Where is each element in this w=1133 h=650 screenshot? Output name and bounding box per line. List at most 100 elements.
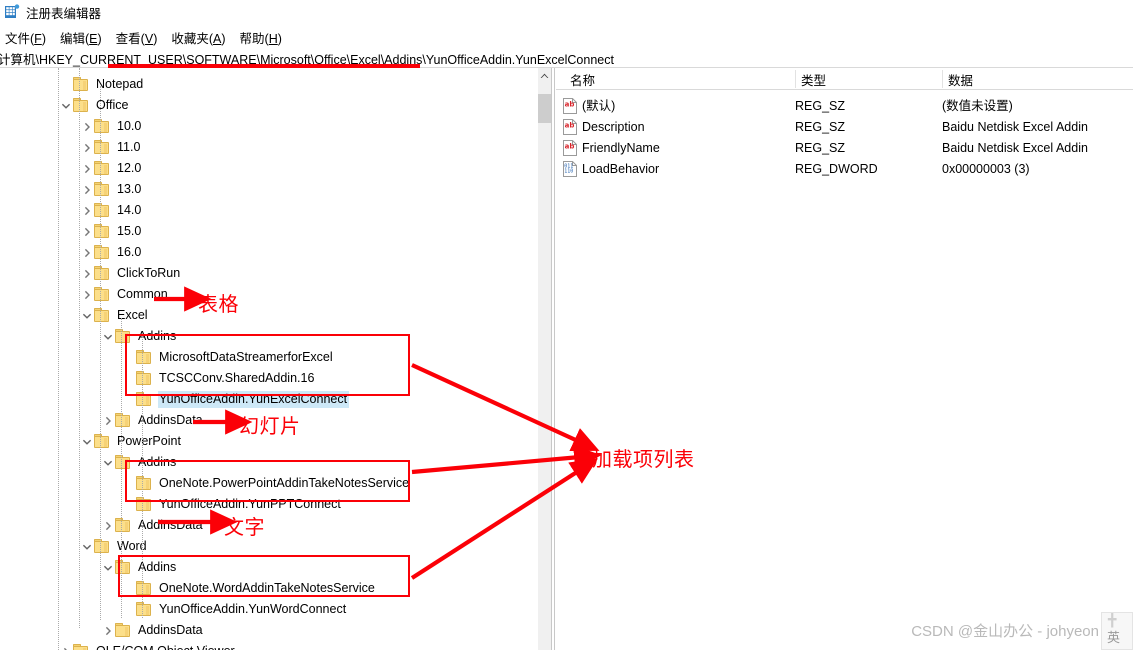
- folder-icon: [115, 560, 132, 575]
- tree-node-label: 16.0: [117, 245, 142, 259]
- tree-node-spacer: [121, 389, 136, 410]
- tree-node[interactable]: Office: [58, 95, 130, 116]
- tree-node[interactable]: Excel: [79, 305, 150, 326]
- chevron-right-icon[interactable]: [100, 515, 115, 536]
- chevron-right-icon[interactable]: [79, 242, 94, 263]
- menu-view[interactable]: 查看(V): [109, 26, 165, 49]
- chevron-down-icon[interactable]: [79, 536, 94, 557]
- folder-icon: [115, 413, 132, 428]
- value-row[interactable]: ab (默认) REG_SZ (数值未设置): [556, 96, 1133, 117]
- chevron-down-icon[interactable]: [100, 452, 115, 473]
- tree-node[interactable]: 11.0: [79, 137, 142, 158]
- value-name: Description: [582, 120, 645, 134]
- chevron-right-icon[interactable]: [58, 641, 73, 650]
- tree-node[interactable]: AddinsData: [100, 620, 205, 641]
- tree-node-spacer: [121, 599, 136, 620]
- tree-node[interactable]: AddinsData: [100, 515, 205, 536]
- chevron-right-icon[interactable]: [79, 137, 94, 158]
- tree-node[interactable]: TCSCConv.SharedAddin.16: [121, 368, 316, 389]
- column-header-type[interactable]: 类型: [795, 68, 942, 90]
- chevron-right-icon[interactable]: [100, 410, 115, 431]
- tree-guide: [142, 336, 143, 618]
- tree-node[interactable]: 10.0: [79, 116, 143, 137]
- chevron-right-icon[interactable]: [79, 116, 94, 137]
- scroll-up-arrow-icon[interactable]: [538, 68, 551, 83]
- tree-node[interactable]: Common: [79, 284, 170, 305]
- tree-node[interactable]: Addins: [100, 557, 178, 578]
- folder-icon: [115, 329, 132, 344]
- folder-icon: [94, 119, 111, 134]
- chevron-down-icon[interactable]: [79, 431, 94, 452]
- tree-guide: [79, 68, 80, 628]
- folder-icon: [136, 392, 153, 407]
- folder-icon: [73, 77, 90, 92]
- tree-node[interactable]: PowerPoint: [79, 431, 183, 452]
- folder-icon: [94, 308, 111, 323]
- column-header-data[interactable]: 数据: [942, 68, 1133, 90]
- tree-node-label: OneNote.PowerPointAddinTakeNotesService: [159, 476, 410, 490]
- folder-icon: [94, 203, 111, 218]
- chevron-right-icon[interactable]: [79, 221, 94, 242]
- chevron-down-icon[interactable]: [79, 305, 94, 326]
- string-value-icon: ab: [563, 140, 577, 156]
- chevron-down-icon[interactable]: [58, 95, 73, 116]
- tree-node[interactable]: MicrosoftDataStreamerforExcel: [121, 347, 335, 368]
- tree-node[interactable]: Addins: [100, 326, 178, 347]
- folder-icon: [73, 644, 90, 650]
- tree-node[interactable]: OneNote.PowerPointAddinTakeNotesService: [121, 473, 411, 494]
- scroll-thumb[interactable]: [538, 94, 551, 123]
- tree-guide: [58, 68, 59, 650]
- tree-node[interactable]: YunOfficeAddin.YunPPTConnect: [121, 494, 343, 515]
- chevron-right-icon[interactable]: [100, 620, 115, 641]
- tree-node[interactable]: 14.0: [79, 200, 143, 221]
- tree-node[interactable]: YunOfficeAddin.YunWordConnect: [121, 599, 348, 620]
- tree-node[interactable]: 12.0: [79, 158, 143, 179]
- tree-node-label: YunOfficeAddin.YunPPTConnect: [159, 497, 341, 511]
- tree-vertical-scrollbar[interactable]: [538, 68, 551, 650]
- folder-icon: [115, 623, 132, 638]
- value-row[interactable]: ab Description REG_SZ Baidu Netdisk Excel A…: [556, 117, 1133, 138]
- pane-splitter[interactable]: [551, 68, 555, 650]
- tree-node[interactable]: YunOfficeAddin.YunExcelConnect: [121, 389, 350, 410]
- value-type: REG_SZ: [795, 99, 846, 113]
- menu-edit[interactable]: 编辑(E): [53, 26, 109, 49]
- value-row[interactable]: ab FriendlyName REG_SZ Baidu Netdisk Excel …: [556, 138, 1133, 159]
- ime-indicator[interactable]: ╋ 英: [1101, 612, 1133, 650]
- tree-node[interactable]: Addins: [100, 452, 178, 473]
- chevron-right-icon[interactable]: [79, 284, 94, 305]
- watermark: CSDN @金山办公 - johyeon: [911, 623, 1099, 640]
- chevron-right-icon[interactable]: [79, 179, 94, 200]
- chevron-down-icon[interactable]: [100, 557, 115, 578]
- value-row[interactable]: 011 110 LoadBehavior REG_DWORD 0x00000003 (3…: [556, 159, 1133, 180]
- column-header-name[interactable]: 名称: [564, 68, 795, 90]
- window-title: 注册表编辑器: [26, 6, 102, 21]
- tree-node-label: OneNote.WordAddinTakeNotesService: [159, 581, 375, 595]
- svg-text:ab: ab: [565, 143, 575, 151]
- menu-file[interactable]: 文件(F): [0, 26, 53, 49]
- tree-node[interactable]: Notepad: [58, 74, 145, 95]
- tree-node[interactable]: ClickToRun: [79, 263, 182, 284]
- menu-help[interactable]: 帮助(H): [233, 26, 289, 49]
- value-type: REG_SZ: [795, 120, 846, 134]
- value-name: LoadBehavior: [582, 162, 660, 176]
- tree-node[interactable]: OneNote.WordAddinTakeNotesService: [121, 578, 377, 599]
- tree-node[interactable]: 13.0: [79, 179, 143, 200]
- content-panes: Notepad Office 10.0 11.0 12.0 13.0 14.0 15.0 16.…: [0, 68, 1133, 650]
- registry-key-tree[interactable]: Notepad Office 10.0 11.0 12.0 13.0 14.0 15.0 16.…: [0, 68, 538, 650]
- tree-node[interactable]: OLE/COM Object Viewer: [58, 641, 237, 650]
- values-column-header: 名称 类型 数据: [556, 68, 1133, 90]
- tree-node[interactable]: 15.0: [79, 221, 143, 242]
- tree-node-label: OLE/COM Object Viewer: [95, 643, 237, 650]
- registry-values-list[interactable]: 名称 类型 数据 ab (默认) REG_SZ (数值未设置) ab Descriptio…: [556, 68, 1133, 650]
- tree-node[interactable]: AddinsData: [100, 410, 205, 431]
- tree-node[interactable]: Word: [79, 536, 149, 557]
- address-bar[interactable]: 计算机\HKEY_CURRENT_USER\SOFTWARE\Microsoft…: [0, 49, 1133, 68]
- folder-icon: [94, 161, 111, 176]
- value-name: FriendlyName: [582, 141, 660, 155]
- chevron-right-icon[interactable]: [79, 158, 94, 179]
- chevron-right-icon[interactable]: [79, 200, 94, 221]
- chevron-right-icon[interactable]: [79, 263, 94, 284]
- menu-favorites[interactable]: 收藏夹(A): [164, 26, 232, 49]
- tree-node[interactable]: 16.0: [79, 242, 143, 263]
- chevron-down-icon[interactable]: [100, 326, 115, 347]
